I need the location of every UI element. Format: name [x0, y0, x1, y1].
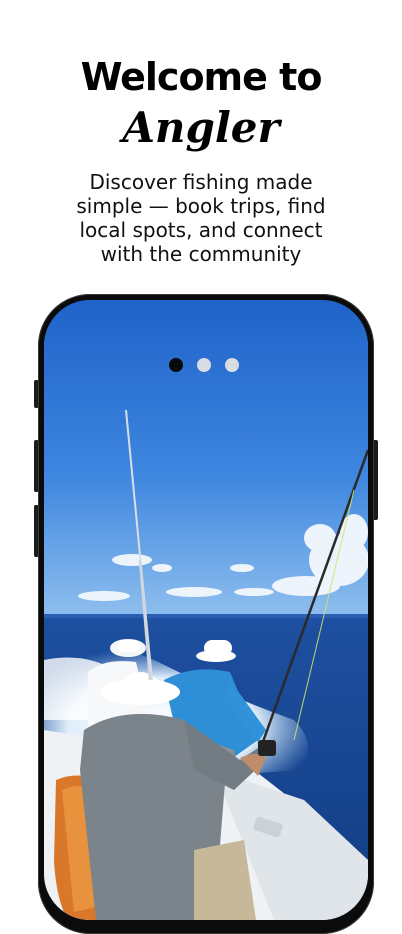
onboarding-hero-image [44, 300, 368, 920]
app-name-title: Angler [122, 103, 280, 152]
fishing-reel-icon [258, 740, 276, 756]
phone-screen [44, 300, 368, 920]
carousel-dot-2[interactable] [197, 358, 211, 372]
carousel-pager [169, 358, 239, 372]
carousel-dot-1[interactable] [169, 358, 183, 372]
welcome-title: Welcome to [80, 55, 323, 99]
carousel-dot-3[interactable] [225, 358, 239, 372]
welcome-subtitle: Discover fishing made simple — book trip… [76, 170, 326, 266]
